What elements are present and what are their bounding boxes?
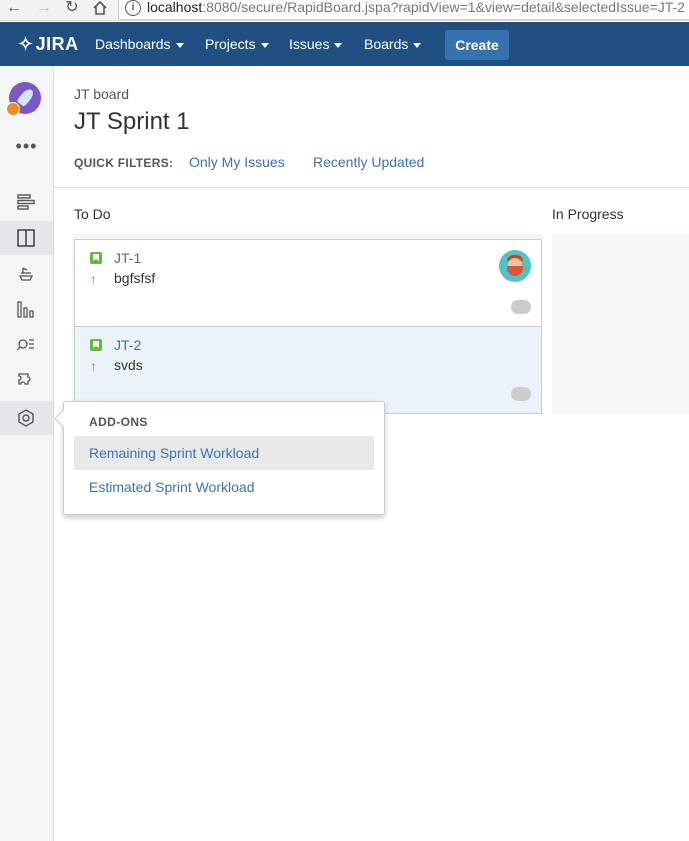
- column-header-in-progress: In Progress: [552, 206, 624, 222]
- dropdown-pointer: [54, 409, 73, 428]
- home-icon[interactable]: [90, 0, 110, 20]
- sidebar-item-reports[interactable]: [0, 292, 53, 326]
- address-bar[interactable]: i localhost:8080/secure/RapidBoard.jspa?r…: [118, 0, 689, 20]
- nav-projects[interactable]: Projects: [205, 22, 269, 66]
- url-path: :8080/secure/RapidBoard.jspa?rapidView=1…: [202, 0, 685, 15]
- sidebar-item-components[interactable]: [0, 364, 53, 398]
- priority-arrow-icon: ↑: [90, 358, 97, 374]
- project-sidebar: •••: [0, 66, 54, 841]
- create-button[interactable]: Create: [445, 30, 509, 60]
- estimate-badge: [511, 387, 531, 401]
- releases-icon: [18, 267, 34, 281]
- jira-logo-text: JIRA: [35, 34, 79, 54]
- issue-card[interactable]: JT-1 ↑ bgfsfsf: [74, 239, 542, 327]
- jira-header: ✧ JIRA Dashboards Projects Issues Boards …: [0, 22, 689, 66]
- page-title: JT Sprint 1: [74, 108, 190, 135]
- quick-filter-only-my-issues[interactable]: Only My Issues: [189, 154, 285, 170]
- quick-filters-label: QUICK FILTERS:: [74, 156, 174, 170]
- sidebar-item-issues[interactable]: [0, 328, 53, 362]
- menu-item-remaining-sprint-workload[interactable]: Remaining Sprint Workload: [74, 436, 374, 470]
- column-header-todo: To Do: [74, 206, 111, 222]
- rocket-icon: [16, 86, 36, 108]
- avatar-beard: [507, 266, 523, 276]
- sidebar-item-addons[interactable]: [0, 401, 53, 435]
- backlog-icon: [17, 194, 35, 210]
- browser-toolbar: ← → ↻ i localhost:8080/secure/RapidBoard.…: [0, 0, 689, 21]
- issue-key[interactable]: JT-2: [114, 337, 141, 353]
- chevron-down-icon: [175, 42, 184, 48]
- nav-projects-label: Projects: [205, 36, 256, 52]
- sidebar-item-active-sprints[interactable]: [0, 221, 53, 255]
- chevron-down-icon: [260, 42, 269, 48]
- components-icon: [18, 373, 31, 385]
- jira-logo[interactable]: ✧ JIRA: [18, 34, 79, 55]
- chevron-down-icon: [413, 42, 422, 48]
- menu-item-estimated-sprint-workload[interactable]: Estimated Sprint Workload: [74, 470, 374, 504]
- reload-icon[interactable]: ↻: [62, 0, 82, 20]
- sidebar-item-backlog[interactable]: [0, 185, 53, 219]
- priority-arrow-icon: ↑: [90, 271, 97, 287]
- estimate-badge: [511, 300, 531, 314]
- breadcrumb[interactable]: JT board: [74, 86, 129, 102]
- back-icon[interactable]: ←: [4, 0, 24, 20]
- issue-summary: bgfsfsf: [114, 270, 156, 286]
- sidebar-item-releases[interactable]: [0, 256, 53, 290]
- active-sprints-icon: [17, 229, 35, 247]
- nav-boards[interactable]: Boards: [364, 22, 422, 66]
- nav-issues-label: Issues: [289, 36, 330, 52]
- nav-boards-label: Boards: [364, 36, 409, 52]
- story-icon: [90, 252, 102, 264]
- jira-logo-icon: ✧: [18, 34, 34, 54]
- project-badge-icon: [6, 102, 20, 116]
- issue-summary: svds: [114, 357, 143, 373]
- addons-heading: ADD-ONS: [89, 415, 148, 429]
- issues-search-icon: [17, 339, 34, 351]
- forward-icon[interactable]: →: [34, 0, 54, 20]
- addons-dropdown: ADD-ONS Remaining Sprint Workload Estima…: [54, 401, 385, 515]
- issue-key[interactable]: JT-1: [114, 250, 141, 266]
- more-icon[interactable]: •••: [0, 136, 53, 157]
- info-icon[interactable]: i: [125, 0, 141, 17]
- nav-dashboards-label: Dashboards: [95, 36, 171, 52]
- addons-icon: [18, 409, 34, 427]
- quick-filter-recently-updated[interactable]: Recently Updated: [313, 154, 424, 170]
- nav-dashboards[interactable]: Dashboards: [95, 22, 184, 66]
- nav-issues[interactable]: Issues: [289, 22, 343, 66]
- assignee-avatar[interactable]: [499, 250, 531, 282]
- url-host: localhost: [147, 0, 203, 15]
- reports-icon: [17, 301, 34, 318]
- header-divider: [54, 187, 689, 188]
- column-in-progress: [552, 234, 689, 414]
- chevron-down-icon: [334, 42, 343, 48]
- project-avatar[interactable]: [6, 82, 41, 116]
- story-icon: [90, 339, 102, 351]
